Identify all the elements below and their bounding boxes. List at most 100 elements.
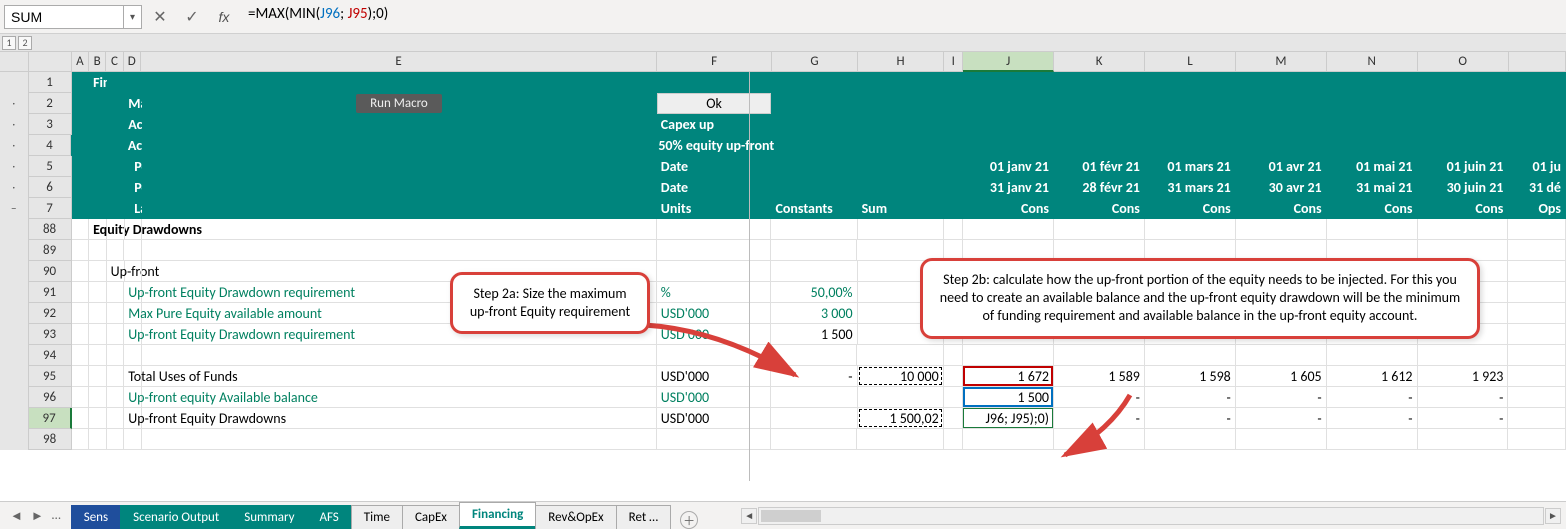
formula-input[interactable]: =MAX(MIN(J96; J95);0) [242, 5, 1562, 29]
arrow-icon [640, 320, 810, 390]
outline-toggle[interactable]: · [0, 156, 29, 177]
cell-j96[interactable]: 1 500 [963, 387, 1054, 408]
col-header[interactable]: B [89, 52, 106, 72]
value: 1 589 [1054, 366, 1145, 387]
outline-level-1[interactable]: 1 [2, 36, 16, 50]
row-header[interactable]: 97 [29, 408, 72, 429]
worksheet-grid: A B C D E F G H I J K L M N O 1 Financin… [0, 52, 1566, 450]
row-header[interactable]: 2 [29, 93, 72, 114]
row-header[interactable]: 4 [29, 135, 72, 156]
outline-toggle[interactable] [0, 72, 29, 93]
outline-level-bar: 1 2 [0, 34, 1566, 52]
value: 1 500,02 [858, 408, 944, 429]
value: 50,00% [771, 282, 857, 303]
arrow-icon [1050, 390, 1150, 470]
tab-summary[interactable]: Summary [231, 505, 307, 529]
col-header[interactable]: H [858, 52, 944, 72]
sheet-tabs: Sens Scenario Output Summary AFS Time Ca… [71, 502, 698, 529]
col-header[interactable]: J [963, 52, 1054, 72]
tab-afs[interactable]: AFS [307, 505, 352, 529]
row-header[interactable]: 92 [29, 303, 72, 324]
value: 50% equity up-front [654, 135, 774, 156]
date: 01 janv 21 [963, 156, 1054, 177]
tab-scroll-next-icon[interactable]: ► [27, 508, 48, 524]
callout-text: Step 2b: calculate how the up-front port… [940, 271, 1460, 324]
row-header[interactable]: 95 [29, 366, 72, 387]
value: - [1236, 387, 1327, 408]
horizontal-scrollbar[interactable]: ◄ ► [758, 507, 1544, 525]
row-header[interactable]: 3 [29, 114, 72, 135]
formula-bar: ▾ ✕ ✓ fx =MAX(MIN(J96; J95);0) [0, 0, 1566, 34]
col-header[interactable]: G [772, 52, 858, 72]
col-header[interactable]: O [1418, 52, 1509, 72]
select-all-corner[interactable] [29, 52, 72, 72]
row-header[interactable]: 98 [29, 429, 72, 450]
col-header[interactable]: C [106, 52, 123, 72]
label: Master error check [124, 93, 142, 114]
tab-financing[interactable]: Financing [459, 502, 536, 529]
outline-collapse[interactable]: − [0, 198, 29, 219]
col-header[interactable]: K [1054, 52, 1145, 72]
row-5: · 5 Period beginning date Date 01 janv 2… [0, 156, 1566, 177]
col-header[interactable]: A [72, 52, 89, 72]
column-headers: A B C D E F G H I J K L M N O [0, 52, 1566, 72]
col-header[interactable]: E [141, 52, 657, 72]
row-97: 97 Up-front Equity Drawdowns USD'000 1 5… [0, 408, 1566, 429]
col-header[interactable] [1509, 52, 1566, 72]
outline-toggle[interactable]: · [0, 177, 29, 198]
name-box-dropdown[interactable]: ▾ [124, 5, 142, 29]
col-header[interactable]: N [1327, 52, 1418, 72]
scroll-left-icon[interactable]: ◄ [741, 508, 757, 524]
row-header[interactable]: 1 [29, 72, 72, 93]
label: Up-front Equity Drawdowns [124, 408, 142, 429]
tab-capex[interactable]: CapEx [402, 505, 460, 529]
row-header[interactable]: 89 [29, 240, 72, 261]
status-ok: Ok [657, 93, 772, 114]
scroll-thumb[interactable] [761, 510, 821, 522]
cell-j95[interactable]: 1 672 [963, 366, 1054, 387]
col-header[interactable]: D [124, 52, 141, 72]
run-macro-button[interactable]: Run Macro [356, 94, 442, 113]
outline-toggle[interactable]: · [0, 114, 29, 135]
row-header[interactable]: 93 [29, 324, 72, 345]
label: Period ending date [124, 177, 142, 198]
label: Cons [1145, 198, 1236, 219]
tab-time[interactable]: Time [351, 505, 403, 529]
col-header[interactable]: L [1145, 52, 1236, 72]
tab-scenario-output[interactable]: Scenario Output [120, 505, 232, 529]
col-header[interactable]: F [657, 52, 772, 72]
add-sheet-button[interactable]: ＋ [680, 511, 698, 529]
row-header[interactable]: 90 [29, 261, 72, 282]
tab-revopex[interactable]: Rev&OpEx [535, 505, 616, 529]
outline-level-2[interactable]: 2 [18, 36, 32, 50]
tab-scroll-prev-icon[interactable]: ◄ [6, 508, 27, 524]
scroll-right-icon[interactable]: ► [1545, 508, 1561, 524]
row-header[interactable]: 94 [29, 345, 72, 366]
row-header[interactable]: 91 [29, 282, 72, 303]
label: Up-front Equity Drawdown requirement [124, 324, 142, 345]
col-header[interactable]: M [1236, 52, 1327, 72]
row-header[interactable]: 5 [29, 156, 72, 177]
outline-toggle[interactable]: · [0, 135, 29, 156]
label: Period beginning date [124, 156, 142, 177]
value: 1 598 [1145, 366, 1236, 387]
active-cell-j97[interactable]: J96; J95);0) [963, 408, 1054, 429]
row-header[interactable]: 88 [29, 219, 72, 240]
label: Up-front Equity Drawdown requirement [124, 282, 142, 303]
row-header[interactable]: 96 [29, 387, 72, 408]
fx-icon[interactable]: fx [210, 5, 238, 29]
date: 31 dé [1508, 177, 1566, 198]
enter-icon[interactable]: ✓ [178, 5, 206, 29]
row-header[interactable]: 7 [29, 198, 72, 219]
row-1: 1 Financing [0, 72, 1566, 93]
tab-more[interactable]: … [48, 508, 65, 524]
value: 1 605 [1236, 366, 1327, 387]
name-box[interactable] [4, 5, 124, 29]
cancel-icon[interactable]: ✕ [146, 5, 174, 29]
col-header[interactable]: I [944, 52, 963, 72]
outline-toggle[interactable]: · [0, 93, 29, 114]
tab-ret[interactable]: Ret … [616, 505, 672, 529]
label: Active Input Scenario [124, 135, 142, 156]
row-header[interactable]: 6 [29, 177, 72, 198]
tab-sens[interactable]: Sens [71, 505, 121, 529]
